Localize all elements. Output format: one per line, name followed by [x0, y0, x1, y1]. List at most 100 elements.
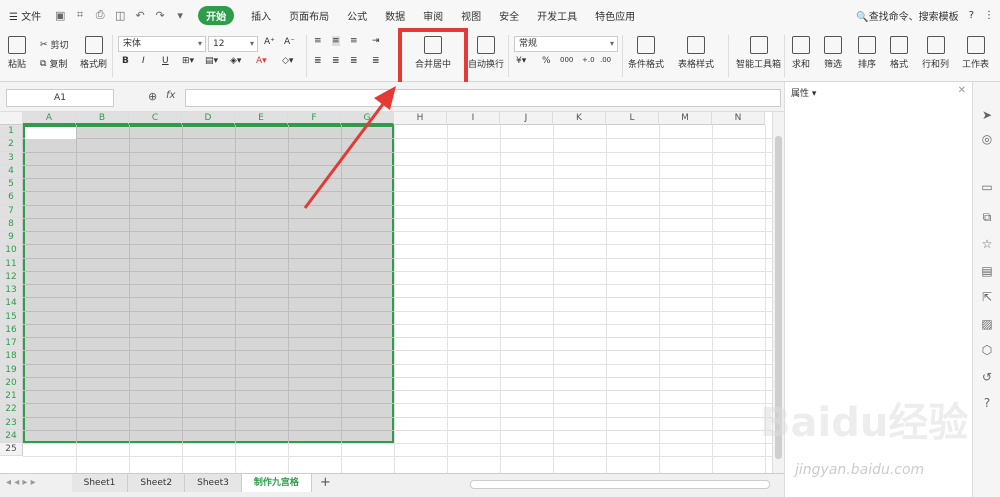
column-header-g[interactable]: G [341, 112, 394, 125]
align-left-icon[interactable]: ≣ [314, 56, 322, 66]
sheet-tab-2[interactable]: Sheet2 [128, 474, 186, 492]
pane-title[interactable]: 属性 ▾ [791, 86, 816, 99]
underline-button[interactable]: U [162, 56, 169, 66]
cursor-icon[interactable]: ➤ [980, 108, 994, 122]
grow-font-button[interactable]: A⁺ [264, 37, 275, 47]
row-header-17[interactable]: 17 [0, 337, 23, 351]
bold-button[interactable]: B [122, 56, 129, 66]
italic-button[interactable]: I [142, 56, 145, 66]
file-menu[interactable]: ☰ 文件 [0, 8, 50, 23]
thousands-button[interactable]: 000 [560, 56, 573, 64]
align-middle-icon[interactable]: ≡ [332, 36, 340, 46]
column-header-l[interactable]: L [606, 112, 659, 125]
redo-icon[interactable]: ↷ [153, 9, 167, 22]
copy-button[interactable]: ⧉ 复制 [40, 57, 67, 71]
tab-review[interactable]: 审阅 [414, 8, 452, 23]
document-icon[interactable]: ▭ [980, 180, 994, 194]
search-command[interactable]: 🔍查找命令、搜索模板 [856, 8, 958, 23]
name-box[interactable]: A1 [6, 89, 114, 107]
share-icon[interactable]: ⇱ [980, 290, 994, 304]
close-icon[interactable]: ✕ [958, 85, 966, 96]
row-header-23[interactable]: 23 [0, 416, 23, 430]
fill-color-button[interactable]: ▤▾ [205, 56, 218, 66]
currency-icon[interactable]: ¥▾ [516, 56, 526, 66]
increase-decimal-button[interactable]: +.0 [582, 56, 595, 64]
zoom-icon[interactable]: ⊕ [148, 90, 157, 103]
column-header-j[interactable]: J [500, 112, 553, 125]
worksheet-button[interactable]: 工作表 [962, 36, 989, 70]
row-header-15[interactable]: 15 [0, 310, 23, 324]
row-header-5[interactable]: 5 [0, 178, 23, 192]
row-header-14[interactable]: 14 [0, 297, 23, 311]
row-header-24[interactable]: 24 [0, 429, 23, 443]
column-header-a[interactable]: A [23, 112, 76, 125]
row-header-7[interactable]: 7 [0, 204, 23, 218]
more-button[interactable]: ⋮ [984, 10, 994, 21]
tab-page-layout[interactable]: 页面布局 [280, 8, 338, 23]
column-header-n[interactable]: N [712, 112, 765, 125]
row-header-4[interactable]: 4 [0, 164, 23, 178]
column-header-i[interactable]: I [447, 112, 500, 125]
row-header-2[interactable]: 2 [0, 138, 23, 152]
preview-icon[interactable]: ◫ [113, 9, 127, 22]
row-col-button[interactable]: 行和列 [922, 36, 949, 70]
row-header-1[interactable]: 1 [0, 125, 23, 139]
row-header-3[interactable]: 3 [0, 151, 23, 165]
save-icon[interactable]: ▣ [53, 9, 67, 22]
chevron-down-icon[interactable]: ▾ [173, 9, 187, 22]
tab-insert[interactable]: 插入 [242, 8, 280, 23]
column-header-d[interactable]: D [182, 112, 235, 125]
sheet-tab-active[interactable]: 制作九宫格 [241, 474, 312, 492]
table-style-button[interactable]: 表格样式 [678, 36, 714, 70]
row-header-9[interactable]: 9 [0, 231, 23, 245]
row-header-6[interactable]: 6 [0, 191, 23, 205]
row-header-19[interactable]: 19 [0, 363, 23, 377]
smart-toolbox-button[interactable]: 智能工具箱 [736, 36, 781, 70]
export-icon[interactable]: ⌗ [73, 8, 87, 21]
format-painter-button[interactable]: 格式刷 [80, 36, 107, 70]
highlight-button[interactable]: ◈▾ [230, 56, 241, 66]
shield-icon[interactable]: ⬡ [980, 343, 994, 357]
indent-icon[interactable]: ⇥ [372, 36, 380, 46]
tab-special[interactable]: 特色应用 [586, 8, 644, 23]
align-bottom-icon[interactable]: ≡ [350, 36, 358, 46]
wrap-text-button[interactable]: 自动换行 [468, 36, 504, 70]
archive-icon[interactable]: ▤ [980, 264, 994, 278]
add-sheet-button[interactable]: + [312, 474, 339, 492]
sheet-tab-3[interactable]: Sheet3 [185, 474, 242, 492]
column-header-k[interactable]: K [553, 112, 606, 125]
row-header-11[interactable]: 11 [0, 257, 23, 271]
column-header-m[interactable]: M [659, 112, 712, 125]
row-header-22[interactable]: 22 [0, 403, 23, 417]
horizontal-scrollbar[interactable] [470, 480, 770, 489]
row-header-16[interactable]: 16 [0, 323, 23, 337]
row-header-10[interactable]: 10 [0, 244, 23, 258]
percent-button[interactable]: % [542, 56, 551, 66]
sort-button[interactable]: 排序 [858, 36, 876, 70]
active-cell[interactable] [25, 127, 76, 139]
shrink-font-button[interactable]: A⁻ [284, 37, 295, 47]
column-header-b[interactable]: B [76, 112, 129, 125]
tab-data[interactable]: 数据 [376, 8, 414, 23]
number-format-select[interactable]: 常规 [514, 36, 618, 52]
conditional-format-button[interactable]: 条件格式 [628, 36, 664, 70]
fx-icon[interactable]: fx [166, 90, 175, 101]
font-name-select[interactable]: 宋体 [118, 36, 206, 52]
row-header-8[interactable]: 8 [0, 217, 23, 231]
print-icon[interactable]: ⎙ [93, 8, 107, 21]
font-size-select[interactable]: 12 [208, 36, 258, 52]
column-header-f[interactable]: F [288, 112, 341, 125]
font-color-button[interactable]: A▾ [256, 56, 267, 66]
align-top-icon[interactable]: ≡ [314, 36, 322, 46]
spreadsheet-grid[interactable]: A B C D E F G H I J K L M N 1 2 3 4 5 6 7 8 9 10 11 12 13 14 15 16 17 1… [0, 112, 772, 473]
format-button[interactable]: 格式 [890, 36, 908, 70]
row-header-21[interactable]: 21 [0, 390, 23, 404]
select-all-corner[interactable] [0, 112, 23, 125]
help-button[interactable]: ? [969, 10, 974, 21]
align-center-icon[interactable]: ≣ [332, 56, 340, 66]
align-right-icon[interactable]: ≣ [350, 56, 358, 66]
image-icon[interactable]: ▨ [980, 317, 994, 331]
paste-button[interactable]: 粘贴 [8, 36, 26, 70]
decrease-decimal-button[interactable]: .00 [600, 56, 611, 64]
tab-formulas[interactable]: 公式 [338, 8, 376, 23]
